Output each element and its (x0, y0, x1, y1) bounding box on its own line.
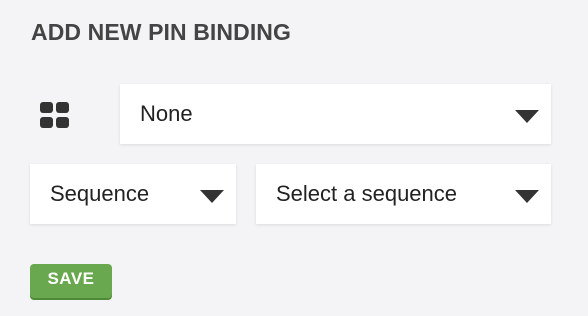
pin-select[interactable]: None (120, 84, 551, 144)
chevron-down-icon (200, 190, 224, 203)
sequence-select-value: Select a sequence (276, 181, 458, 206)
binding-type-select[interactable]: Sequence (30, 164, 236, 224)
sequence-select[interactable]: Select a sequence (256, 164, 551, 224)
chevron-down-icon (515, 110, 539, 123)
save-button[interactable]: SAVE (30, 264, 112, 298)
binding-type-value: Sequence (50, 181, 150, 206)
pin-select-value: None (140, 101, 193, 126)
panel-title: ADD NEW PIN BINDING (31, 19, 292, 45)
grid-icon (40, 102, 70, 128)
chevron-down-icon (515, 190, 539, 203)
